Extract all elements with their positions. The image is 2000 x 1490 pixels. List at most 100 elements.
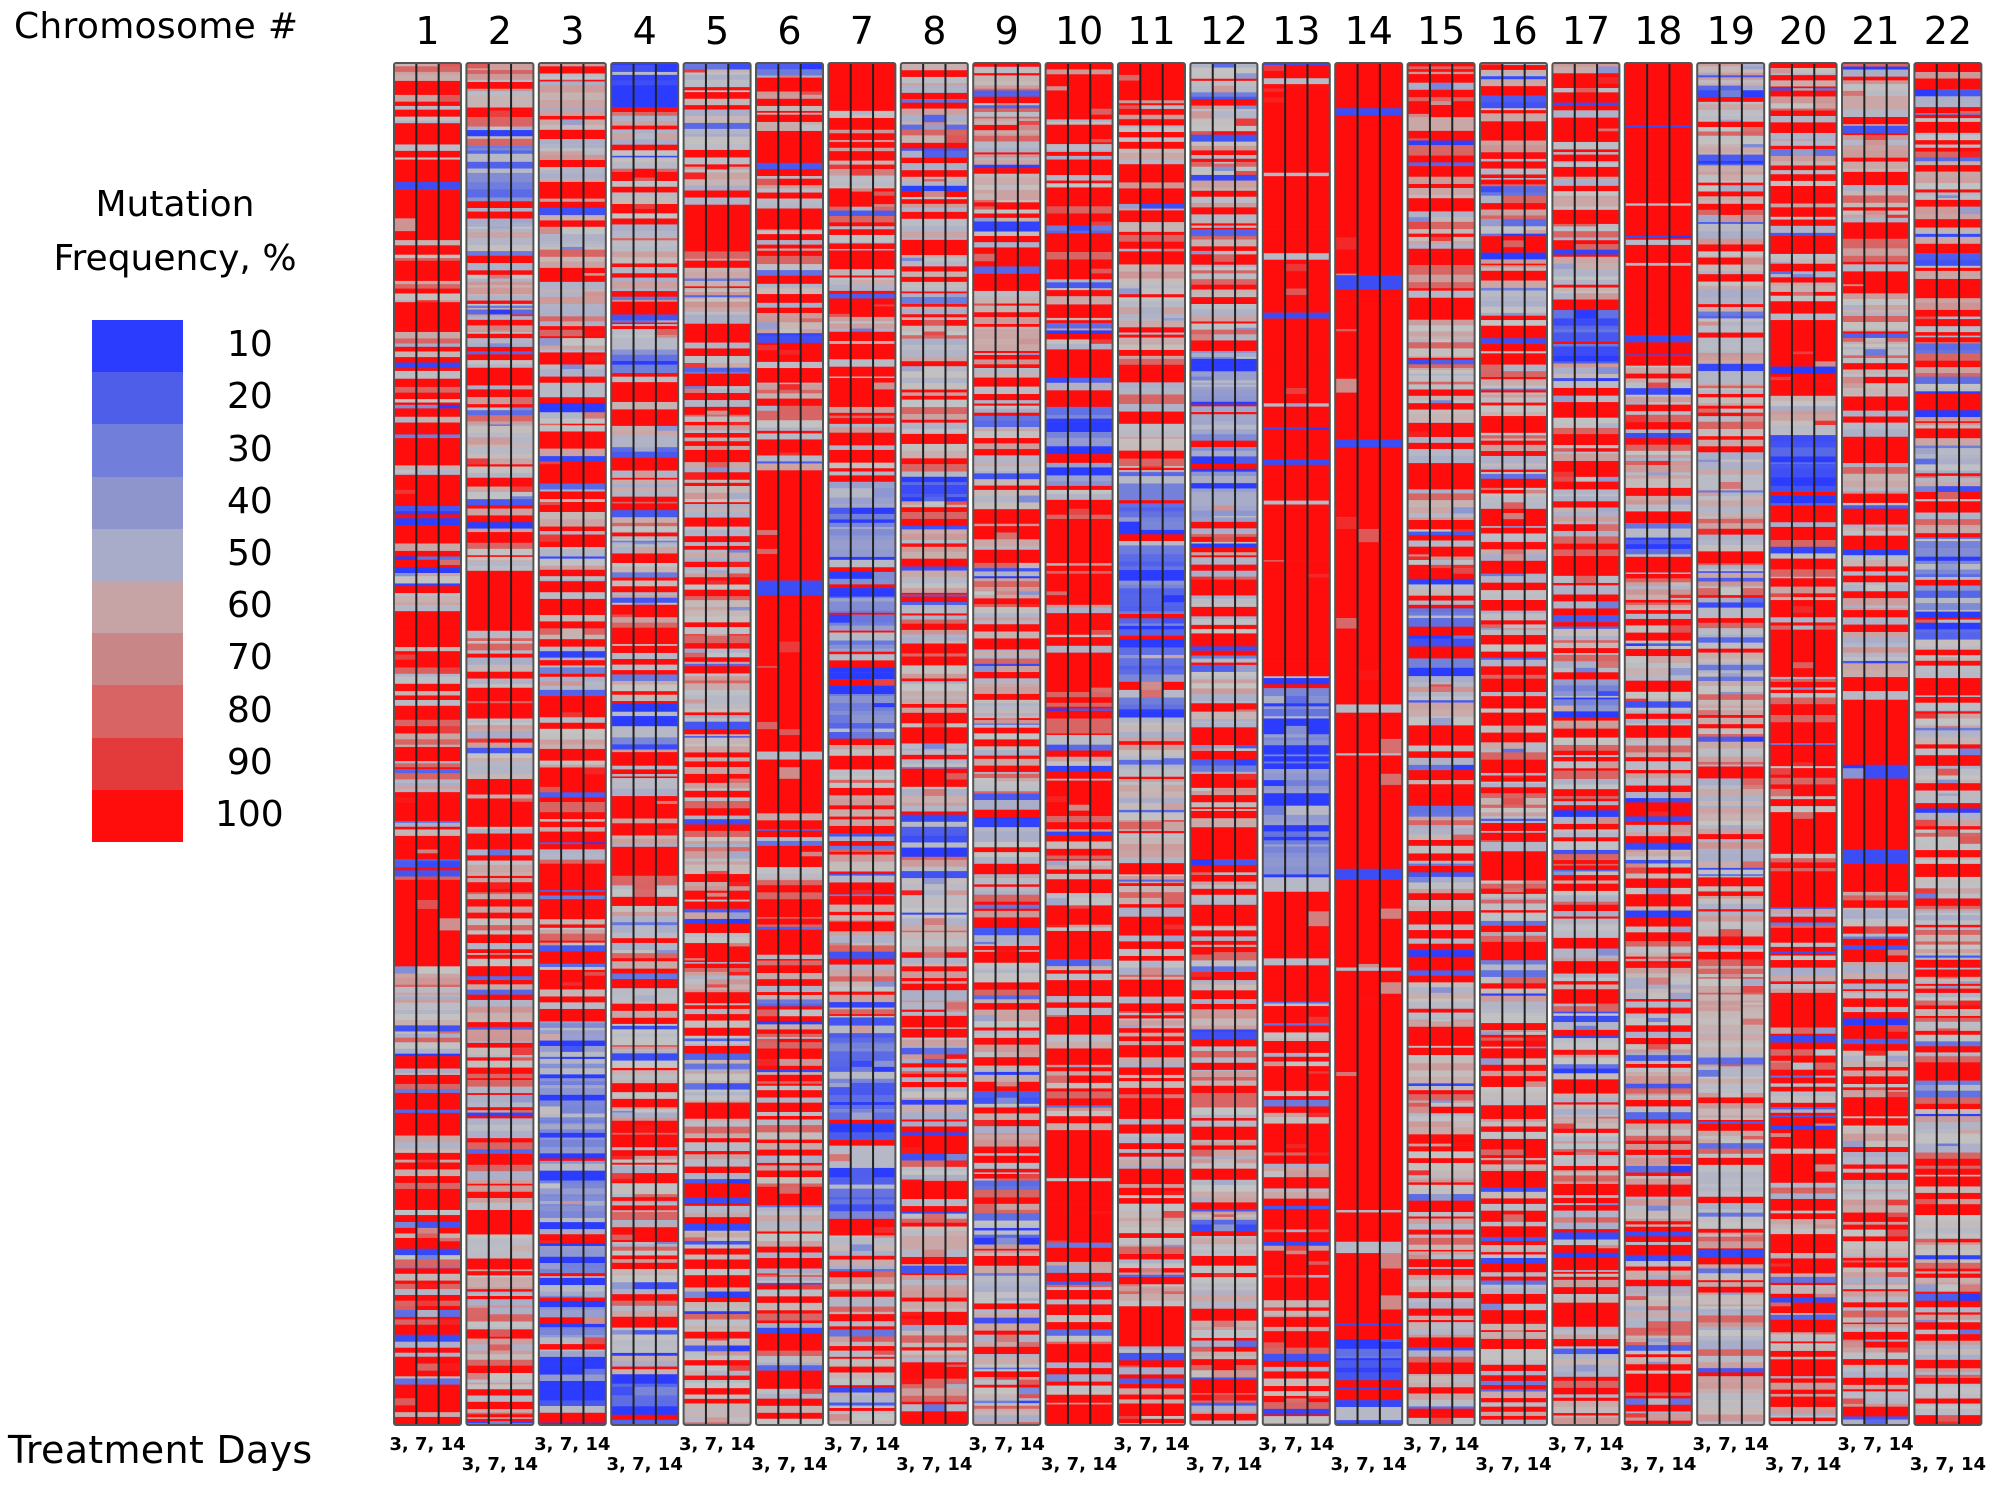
heatmap-cell [561, 1351, 584, 1358]
heatmap-cell [633, 759, 656, 767]
heatmap-cell [756, 1246, 779, 1253]
heatmap-cell [655, 800, 679, 805]
heatmap-cell [683, 1102, 706, 1107]
heatmap-cell [466, 1191, 489, 1199]
heatmap-cell [778, 86, 801, 90]
heatmap-cell [728, 908, 751, 913]
heatmap-cell [756, 603, 779, 609]
heatmap-cell [778, 1289, 801, 1297]
heatmap-cell [511, 1149, 534, 1155]
heatmap-cell [655, 796, 679, 802]
heatmap-cell [394, 797, 417, 803]
heatmap-cell [583, 764, 606, 768]
heatmap-cell [756, 1091, 779, 1098]
heatmap-cell [728, 143, 751, 151]
heatmap-cell [756, 375, 779, 383]
heatmap-cell [611, 1033, 634, 1038]
heatmap-cell [756, 994, 779, 1000]
heatmap-cell [538, 1014, 562, 1022]
heatmap-cell [583, 1183, 606, 1189]
heatmap-cell [561, 969, 584, 973]
heatmap-cell [416, 739, 439, 745]
heatmap-cell [683, 185, 706, 191]
heatmap-cell [683, 808, 706, 816]
heatmap-cell [705, 673, 729, 676]
heatmap-cell [611, 267, 634, 274]
heatmap-cell [778, 954, 801, 960]
heatmap-cell [538, 665, 562, 668]
heatmap-cell [633, 196, 656, 205]
heatmap-cell [611, 938, 634, 944]
heatmap-cell [683, 536, 706, 543]
heatmap-cell [438, 805, 461, 809]
heatmap-cell [511, 1202, 534, 1211]
heatmap-cell [683, 782, 706, 789]
heatmap-cell [756, 335, 779, 344]
heatmap-cell [583, 1356, 606, 1363]
heatmap-cell [416, 454, 439, 462]
heatmap-cell [538, 919, 562, 925]
heatmap-cell [633, 597, 656, 604]
heatmap-cell [705, 567, 729, 571]
heatmap-cell [466, 117, 489, 124]
heatmap-cell [466, 211, 489, 219]
heatmap-cell [538, 181, 562, 188]
heatmap-cell [778, 840, 801, 847]
heatmap-cell [438, 621, 461, 625]
heatmap-cell [394, 1259, 417, 1268]
heatmap-cell [611, 281, 634, 289]
heatmap-cell [633, 1010, 656, 1019]
heatmap-cell [416, 883, 439, 893]
heatmap-cell [633, 392, 656, 398]
heatmap-cell [538, 872, 562, 880]
heatmap-cell [611, 879, 634, 886]
heatmap-cell [438, 1025, 461, 1032]
heatmap-cell [488, 464, 512, 467]
heatmap-cell [466, 1258, 489, 1264]
heatmap-cell [683, 386, 706, 389]
heatmap-cell [633, 838, 656, 845]
heatmap-cell [583, 1158, 606, 1162]
chromosome-number-label: 5 [705, 9, 729, 53]
heatmap-cell [705, 149, 729, 155]
heatmap-cell [728, 122, 751, 130]
heatmap-cell [756, 1268, 779, 1274]
heatmap-cell [466, 994, 489, 1001]
heatmap-cell [416, 1188, 439, 1192]
heatmap-cell [633, 1001, 656, 1005]
heatmap-cell [655, 889, 679, 898]
heatmap-cell [728, 1302, 751, 1308]
heatmap-cell [561, 1021, 584, 1024]
heatmap-cell [561, 915, 584, 920]
heatmap-cell [538, 1056, 562, 1060]
heatmap-cell [488, 1395, 512, 1403]
heatmap-cell [683, 410, 706, 416]
heatmap-cell [633, 1150, 656, 1157]
heatmap-cell [466, 421, 489, 425]
heatmap-cell [655, 144, 679, 149]
heatmap-cell [438, 94, 461, 102]
heatmap-cell [466, 872, 489, 877]
heatmap-cell [488, 1409, 512, 1414]
heatmap-cell [394, 596, 417, 603]
heatmap-cell [655, 171, 679, 178]
heatmap-cell [438, 328, 461, 333]
heatmap-cell [416, 1169, 439, 1177]
heatmap-cell [488, 1055, 512, 1058]
heatmap-cell [655, 1339, 679, 1347]
heatmap-cell [488, 314, 512, 317]
heatmap-cell [538, 240, 562, 245]
heatmap-cell [756, 1205, 779, 1208]
heatmap-cell [728, 577, 751, 581]
heatmap-cell [561, 919, 584, 925]
heatmap-cell [633, 354, 656, 362]
heatmap-cell [728, 549, 751, 553]
heatmap-cell [728, 715, 751, 719]
heatmap-cell [683, 752, 706, 758]
heatmap-cell [778, 595, 801, 604]
heatmap-cell [561, 469, 584, 477]
heatmap-cell [633, 257, 656, 264]
heatmap-cell [416, 746, 439, 753]
heatmap-cell [511, 421, 534, 425]
heatmap-cell [778, 1228, 801, 1232]
